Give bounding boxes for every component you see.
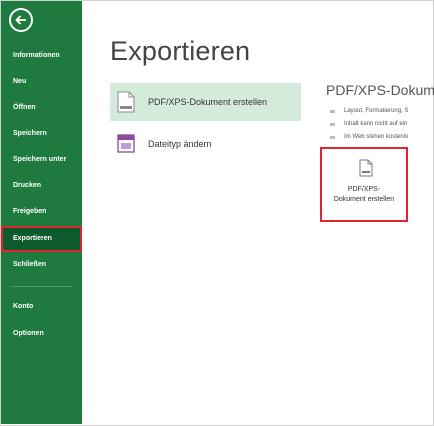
create-pdf-xps-button-line1: PDF/XPS-	[347, 186, 381, 193]
create-pdf-xps-button[interactable]: PDF/XPS- Dokument erstellen	[320, 147, 408, 222]
sidebar-item-neu[interactable]: Neu	[1, 69, 82, 95]
option-pdf-xps[interactable]: PDF/XPS-Dokument erstellen	[110, 83, 301, 121]
change-filetype-icon	[117, 134, 135, 153]
sidebar-item-speichern[interactable]: Speichern	[1, 121, 82, 147]
pdf-document-icon	[359, 159, 373, 177]
detail-bullets: Layout, Formatierung, S Inhalt kann nich…	[330, 105, 434, 144]
sidebar-item-oeffnen[interactable]: Öffnen	[1, 95, 82, 121]
sidebar-item-speichern-unter[interactable]: Speichern unter	[1, 147, 82, 173]
option-change-filetype-label: Dateityp ändern	[148, 139, 212, 149]
backstage-sidebar: Informationen Neu Öffnen Speichern Speic…	[1, 1, 82, 424]
sidebar-item-schliessen[interactable]: Schließen	[1, 252, 82, 278]
sidebar-item-konto[interactable]: Konto	[1, 294, 82, 320]
sidebar-item-freigeben[interactable]: Freigeben	[1, 199, 82, 225]
back-arrow-icon	[15, 15, 26, 25]
sidebar-item-exportieren[interactable]: Exportieren	[1, 226, 82, 252]
detail-bullet: Im Web stehen kostenlo	[330, 131, 434, 144]
back-button[interactable]	[9, 8, 33, 32]
option-pdf-xps-label: PDF/XPS-Dokument erstellen	[148, 97, 268, 107]
sidebar-item-drucken[interactable]: Drucken	[1, 173, 82, 199]
create-pdf-xps-button-label: PDF/XPS- Dokument erstellen	[322, 185, 406, 205]
pdf-document-icon	[117, 91, 135, 113]
sidebar-item-optionen[interactable]: Optionen	[1, 321, 82, 347]
detail-title: PDF/XPS-Dokum	[326, 82, 434, 98]
sidebar-separator	[11, 286, 73, 287]
sidebar-item-informationen[interactable]: Informationen	[1, 43, 82, 69]
create-pdf-xps-button-line2: Dokument erstellen	[333, 196, 395, 203]
detail-bullet: Layout, Formatierung, S	[330, 105, 434, 118]
detail-bullet: Inhalt kann nicht auf ein	[330, 118, 434, 131]
page-title: Exportieren	[110, 36, 251, 66]
option-change-filetype[interactable]: Dateityp ändern	[110, 125, 301, 163]
